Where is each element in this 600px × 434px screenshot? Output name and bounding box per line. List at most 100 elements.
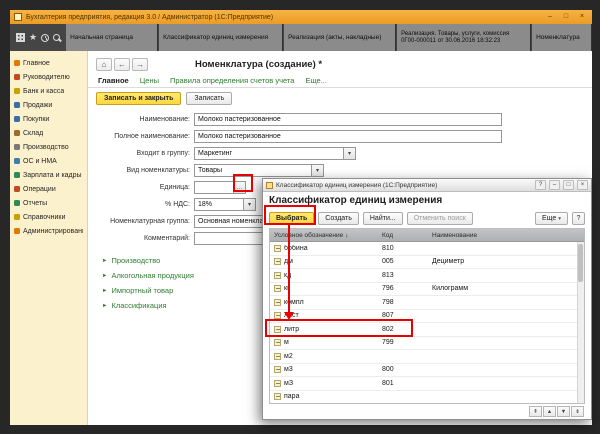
tab-sales-acts[interactable]: Реализация (акты, накладные)	[284, 24, 396, 51]
unit-row-kg[interactable]: кг 796 Килограмм	[270, 283, 584, 297]
sidebar-item-otchety[interactable]: Отчеты	[10, 196, 87, 210]
tab-glavnoe[interactable]: Главное	[98, 76, 129, 85]
window-title: Бухгалтерия предприятия, редакция 3.0 / …	[26, 14, 540, 21]
sidebar-item-sklad[interactable]: Склад	[10, 126, 87, 140]
unit-row-litr[interactable]: литр 802	[270, 323, 584, 337]
scrollbar-thumb[interactable]	[578, 244, 583, 282]
tab-ceny[interactable]: Цены	[140, 76, 159, 85]
save-and-close-button[interactable]: Записать и закрыть	[96, 92, 181, 105]
sidebar-item-prodazhi[interactable]: Продажи	[10, 98, 87, 112]
sidebar-item-os-nma[interactable]: ОС и НМА	[10, 154, 87, 168]
nav-bottom-button[interactable]: ⇟	[571, 406, 584, 417]
sidebar-item-operacii[interactable]: Операции	[10, 182, 87, 196]
unit-row-m3b[interactable]: мЗ 801	[270, 377, 584, 391]
field-row-full-name: Полное наименование: Молоко пастеризован…	[88, 128, 592, 145]
sidebar-item-label: Справочники	[23, 214, 65, 221]
dialog-maximize-button[interactable]: □	[563, 180, 574, 190]
vat-field[interactable]: 18%	[194, 198, 244, 211]
unit-field[interactable]	[194, 181, 234, 194]
unit-row-m2[interactable]: м2	[270, 350, 584, 364]
more-button[interactable]: Еще▾	[535, 212, 568, 225]
table-scrollbar[interactable]	[577, 242, 584, 403]
tab-nomenclature[interactable]: Номенклатура	[532, 24, 592, 51]
vat-dropdown-icon[interactable]: ▾	[244, 198, 256, 211]
maximize-button[interactable]: □	[560, 12, 572, 22]
close-button[interactable]: ×	[576, 12, 588, 22]
unit-row-bobina[interactable]: бобина 810	[270, 242, 584, 256]
full-name-field[interactable]: Молоко пастеризованное	[194, 130, 502, 143]
field-row-group: Входит в группу: Маркетинг ▾	[88, 145, 592, 162]
form-actions: Записать и закрыть Записать	[88, 88, 592, 109]
expand-arrow-icon: ►	[102, 303, 107, 309]
sidebar-item-glavnoe[interactable]: Главное	[10, 56, 87, 70]
kind-dropdown-icon[interactable]: ▾	[312, 164, 324, 177]
sidebar-item-rukovoditelyu[interactable]: Руководителю	[10, 70, 87, 84]
home-button[interactable]: ⌂	[96, 58, 112, 71]
tab-unit-classifier[interactable]: Классификатор единиц измерения	[159, 24, 283, 51]
kind-field[interactable]: Товары	[194, 164, 312, 177]
select-button[interactable]: Выбрать	[269, 212, 314, 225]
dialog-close-button[interactable]: ×	[577, 180, 588, 190]
sidebar-item-label: Продажи	[23, 102, 52, 109]
unit-symbol: лист	[284, 312, 299, 319]
unit-row-kompl[interactable]: компл 798	[270, 296, 584, 310]
dialog-minimize-button[interactable]: –	[549, 180, 560, 190]
column-symbol[interactable]: Условное обозначение↓	[270, 232, 378, 239]
sidebar-item-administrirovanie[interactable]: Администрирование	[10, 224, 87, 238]
sidebar-item-zarplata-kadry[interactable]: Зарплата и кадры	[10, 168, 87, 182]
back-button[interactable]: ←	[114, 58, 130, 71]
favorites-star-icon[interactable]: ★	[29, 33, 37, 42]
group-field[interactable]: Маркетинг	[194, 147, 344, 160]
unit-row-kd[interactable]: кд 813	[270, 269, 584, 283]
unit-row-para[interactable]: пара	[270, 391, 584, 405]
nav-top-button[interactable]: ⇞	[529, 406, 542, 417]
form-header: ⌂ ← → Номенклатура (создание) *	[88, 51, 592, 73]
group-label: Входит в группу:	[88, 150, 194, 157]
window-titlebar: Бухгалтерия предприятия, редакция 3.0 / …	[10, 10, 592, 24]
help-button[interactable]: ?	[572, 212, 585, 225]
search-icon[interactable]	[53, 34, 60, 41]
book-icon	[14, 214, 20, 220]
dialog-window-title: Классификатор единиц измерения (1С:Предп…	[276, 182, 532, 189]
group-dropdown-icon[interactable]: ▾	[344, 147, 356, 160]
sidebar-item-pokupki[interactable]: Покупки	[10, 112, 87, 126]
unit-row-m3[interactable]: м3 800	[270, 364, 584, 378]
unit-choose-button[interactable]: …	[234, 181, 246, 194]
nav-down-button[interactable]: ▼	[557, 406, 570, 417]
create-button[interactable]: Создать	[318, 212, 359, 225]
unit-symbol: пара	[284, 393, 299, 400]
nav-up-button[interactable]: ▲	[543, 406, 556, 417]
dialog-help-button[interactable]: ?	[535, 180, 546, 190]
field-row-name: Наименование: Молоко пастеризованное	[88, 111, 592, 128]
menu-grid-icon[interactable]	[16, 33, 25, 42]
tab-sales-document[interactable]: Реализация. Товары, услуги, комиссия 0Г0…	[397, 24, 531, 51]
name-field[interactable]: Молоко пастеризованное	[194, 113, 502, 126]
tab-account-rules[interactable]: Правила определения счетов учета	[170, 76, 294, 85]
unit-row-m[interactable]: м 799	[270, 337, 584, 351]
unit-code: 800	[378, 366, 428, 373]
column-code[interactable]: Код	[378, 232, 428, 239]
forward-button[interactable]: →	[132, 58, 148, 71]
tab-more[interactable]: Еще...	[305, 76, 327, 85]
sidebar-item-proizvodstvo[interactable]: Производство	[10, 140, 87, 154]
sidebar-item-bank-kassa[interactable]: Банк и касса	[10, 84, 87, 98]
unit-row-list[interactable]: лист 807	[270, 310, 584, 324]
unit-item-icon	[274, 299, 281, 306]
minimize-button[interactable]: –	[544, 12, 556, 22]
save-button[interactable]: Записать	[186, 92, 232, 105]
cancel-search-button[interactable]: Отменить поиск	[407, 212, 473, 225]
unit-row-dm[interactable]: дм 005 Дециметр	[270, 256, 584, 270]
unit-item-icon	[274, 380, 281, 387]
settings-gear-icon	[14, 228, 20, 234]
unit-item-icon	[274, 393, 281, 400]
unit-item-icon	[274, 258, 281, 265]
report-icon	[14, 200, 20, 206]
unit-code: 799	[378, 339, 428, 346]
unit-symbol: м	[284, 339, 289, 346]
column-name[interactable]: Наименование	[428, 232, 584, 239]
tab-start-page[interactable]: Начальная страница	[66, 24, 158, 51]
history-clock-icon[interactable]	[41, 34, 49, 42]
find-button[interactable]: Найти...	[363, 212, 403, 225]
app-icon	[14, 13, 22, 21]
sidebar-item-spravochniki[interactable]: Справочники	[10, 210, 87, 224]
